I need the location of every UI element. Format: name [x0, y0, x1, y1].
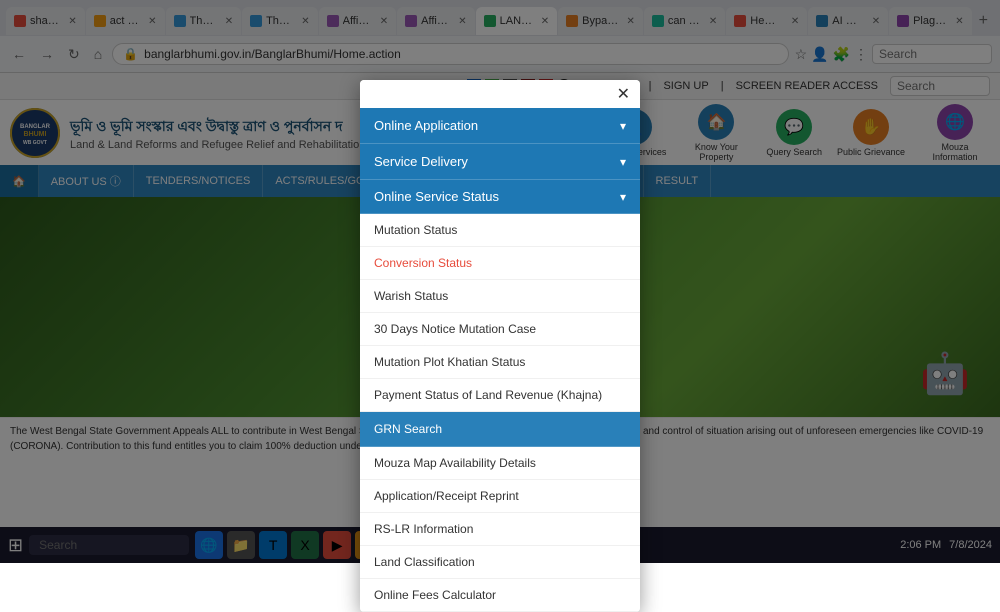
online-application-label: Online Application — [374, 118, 478, 133]
warish-status-item[interactable]: Warish Status — [360, 280, 640, 313]
grn-search-label: GRN Search — [374, 422, 442, 436]
mutation-status-label: Mutation Status — [374, 223, 457, 237]
modal-overlay: ✕ Online Application ▾ Service Delivery … — [0, 0, 1000, 563]
service-delivery-label: Service Delivery — [374, 154, 468, 169]
payment-status-label: Payment Status of Land Revenue (Khajna) — [374, 388, 602, 402]
conversion-status-item[interactable]: Conversion Status — [360, 247, 640, 280]
application-reprint-item[interactable]: Application/Receipt Reprint — [360, 480, 640, 513]
service-delivery-arrow-icon: ▾ — [620, 155, 626, 169]
online-service-status-arrow-icon: ▾ — [620, 190, 626, 204]
modal-header: ✕ — [360, 80, 640, 108]
rs-lr-label: RS-LR Information — [374, 522, 473, 536]
mouza-map-label: Mouza Map Availability Details — [374, 456, 536, 470]
application-reprint-label: Application/Receipt Reprint — [374, 489, 519, 503]
online-fees-label: Online Fees Calculator — [374, 588, 496, 602]
online-service-status-section[interactable]: Online Service Status ▾ — [360, 180, 640, 214]
service-menu-modal: ✕ Online Application ▾ Service Delivery … — [360, 80, 640, 612]
warish-status-label: Warish Status — [374, 289, 448, 303]
online-application-arrow-icon: ▾ — [620, 119, 626, 133]
online-application-section[interactable]: Online Application ▾ — [360, 108, 640, 144]
rs-lr-item[interactable]: RS-LR Information — [360, 513, 640, 546]
thirty-day-notice-item[interactable]: 30 Days Notice Mutation Case — [360, 313, 640, 346]
land-classification-label: Land Classification — [374, 555, 475, 569]
mutation-plot-label: Mutation Plot Khatian Status — [374, 355, 525, 369]
service-delivery-section[interactable]: Service Delivery ▾ — [360, 144, 640, 180]
modal-close-button[interactable]: ✕ — [611, 82, 636, 106]
mutation-plot-item[interactable]: Mutation Plot Khatian Status — [360, 346, 640, 379]
grn-search-item[interactable]: GRN Search — [360, 412, 640, 447]
thirty-day-notice-label: 30 Days Notice Mutation Case — [374, 322, 536, 336]
mutation-status-item[interactable]: Mutation Status — [360, 214, 640, 247]
online-service-status-label: Online Service Status — [374, 189, 499, 204]
conversion-status-label: Conversion Status — [374, 256, 472, 270]
payment-status-item[interactable]: Payment Status of Land Revenue (Khajna) — [360, 379, 640, 412]
online-fees-item[interactable]: Online Fees Calculator — [360, 579, 640, 612]
mouza-map-item[interactable]: Mouza Map Availability Details — [360, 447, 640, 480]
